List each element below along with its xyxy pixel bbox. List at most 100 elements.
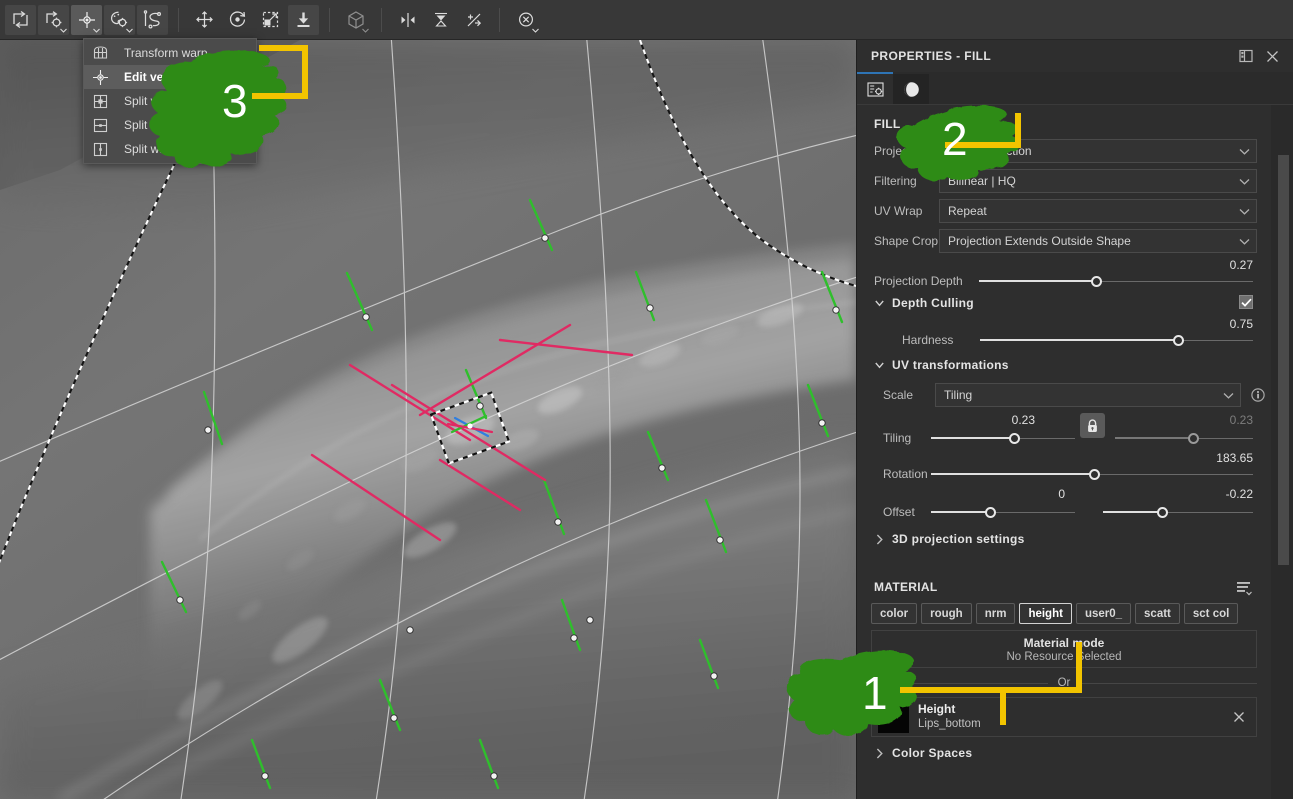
- shape-crop-dropdown[interactable]: Projection Extends Outside Shape: [939, 229, 1257, 253]
- projection-depth-slider[interactable]: [979, 272, 1253, 290]
- close-icon: [1234, 712, 1244, 722]
- scale-info-button[interactable]: [1245, 388, 1271, 402]
- chevron-down-icon: [875, 362, 884, 368]
- resource-name: Height: [918, 702, 956, 716]
- tiling-v-slider[interactable]: [1115, 429, 1253, 447]
- tiling-v-value: 0.23: [1229, 413, 1253, 427]
- move-tool-button[interactable]: [189, 5, 220, 35]
- depth-culling-checkbox[interactable]: [1239, 295, 1253, 309]
- toolbar-divider: [329, 7, 330, 32]
- properties-list-icon: [866, 81, 884, 97]
- panel-scrollbar-thumb[interactable]: [1278, 155, 1289, 565]
- menu-item-label: Split warp vertically: [124, 142, 227, 156]
- material-channel-height[interactable]: height: [1019, 603, 1072, 624]
- menu-item-split-warp-cross[interactable]: Split warp cross: [84, 89, 256, 113]
- menu-item-split-warp-horizontally[interactable]: Split warp horizontally: [84, 113, 256, 137]
- mirror-tool-button[interactable]: [392, 5, 423, 35]
- panel-scrollbar[interactable]: [1271, 105, 1293, 799]
- menu-item-transform-warp[interactable]: Transform warp: [84, 41, 256, 65]
- uv-wrap-row: UV Wrap Repeat: [857, 199, 1271, 223]
- rotation-slider[interactable]: [931, 465, 1253, 483]
- color-spaces-row: Color Spaces: [857, 743, 1271, 767]
- scale-value: Tiling: [944, 388, 973, 402]
- chevron-down-icon: [60, 28, 67, 33]
- material-channel-scatt[interactable]: scatt: [1135, 603, 1180, 624]
- material-channel-user0[interactable]: user0_: [1075, 603, 1132, 624]
- material-channel-sct-col[interactable]: sct col: [1183, 603, 1239, 624]
- panel-tabstrip: [857, 72, 1293, 105]
- list-options-icon: [1236, 581, 1252, 595]
- menu-item-label: Split warp horizontally: [124, 118, 241, 132]
- checkmark-icon: [1240, 298, 1252, 307]
- close-panel-button[interactable]: [1259, 43, 1285, 69]
- offset-u-slider[interactable]: [931, 503, 1075, 521]
- material-channel-rough[interactable]: rough: [921, 603, 972, 624]
- dock-layout-button[interactable]: [1233, 43, 1259, 69]
- uv-transformations-toggle[interactable]: UV transformations: [857, 355, 1271, 375]
- transform-settings-tool-button[interactable]: [38, 4, 69, 35]
- color-spaces-toggle[interactable]: Color Spaces: [857, 743, 1271, 763]
- symmetry-tool-button[interactable]: [425, 5, 456, 35]
- projection-value: Warp projection: [948, 144, 1032, 158]
- lock-closed-icon: [1088, 418, 1097, 432]
- material-mode-dropzone[interactable]: Material mode No Resource Selected: [871, 630, 1257, 668]
- warp-tool-dropdown-menu[interactable]: Transform warp Edit vertices Split warp …: [83, 38, 257, 164]
- material-section-header: MATERIAL: [857, 577, 1271, 603]
- material-channel-nrm[interactable]: nrm: [975, 603, 1016, 624]
- hardness-row: 0.75 Hardness: [857, 317, 1271, 353]
- color-spaces-label: Color Spaces: [892, 746, 973, 760]
- close-icon: [1266, 50, 1278, 62]
- material-channel-tabs: color rough nrm height user0_ scatt sct …: [857, 603, 1271, 624]
- uv-wrap-label: UV Wrap: [874, 204, 923, 218]
- scale-dropdown[interactable]: Tiling: [935, 383, 1241, 407]
- hardness-slider[interactable]: [980, 331, 1253, 349]
- material-options-button[interactable]: [1233, 577, 1255, 599]
- reset-tool-button[interactable]: [510, 5, 541, 35]
- paint-settings-tool-button[interactable]: [104, 4, 135, 35]
- slash-tool-button[interactable]: [458, 5, 489, 35]
- curve-tool-button[interactable]: [137, 4, 168, 35]
- projection-dropdown[interactable]: Warp projection: [939, 139, 1257, 163]
- tab-properties[interactable]: [857, 74, 893, 105]
- scale-tool-button[interactable]: [255, 5, 286, 35]
- warp-tool-button[interactable]: [71, 4, 102, 35]
- toolbar-group-5: [505, 3, 546, 37]
- uv-transformations-label: UV transformations: [892, 358, 1009, 372]
- chevron-down-icon: [93, 28, 100, 33]
- offset-label: Offset: [883, 505, 915, 519]
- projection-3d-row: 3D projection settings: [857, 529, 1271, 553]
- bake-tool-button[interactable]: [288, 4, 319, 35]
- material-channel-color[interactable]: color: [871, 603, 918, 624]
- height-resource-item[interactable]: Height Lips_bottom: [871, 697, 1257, 737]
- or-separator: Or: [871, 677, 1257, 689]
- depth-culling-label: Depth Culling: [892, 296, 974, 310]
- toolbar-divider: [381, 7, 382, 32]
- menu-item-label: Split warp cross: [124, 94, 209, 108]
- panel-body: FILL Projection Warp projection Filterin…: [857, 105, 1293, 799]
- offset-v-slider[interactable]: [1103, 503, 1253, 521]
- filtering-label: Filtering: [874, 174, 917, 188]
- chevron-down-icon: [1239, 148, 1250, 155]
- uv-wrap-dropdown[interactable]: Repeat: [939, 199, 1257, 223]
- rotate-tool-button[interactable]: [222, 5, 253, 35]
- remove-resource-button[interactable]: [1228, 706, 1250, 728]
- channel-label: height: [1028, 607, 1063, 620]
- transform-tool-button[interactable]: [5, 4, 36, 35]
- projection-3d-toggle[interactable]: 3D projection settings: [857, 529, 1271, 549]
- toolbar-divider: [178, 7, 179, 32]
- tab-material[interactable]: [893, 74, 929, 105]
- depth-culling-toggle[interactable]: Depth Culling: [857, 293, 1271, 313]
- chevron-down-icon: [1239, 208, 1250, 215]
- cube-tool-button[interactable]: [340, 5, 371, 35]
- tiling-u-slider[interactable]: [931, 429, 1075, 447]
- offset-v-value: -0.22: [1225, 487, 1253, 501]
- scale-label: Scale: [883, 388, 914, 402]
- resource-thumbnail: [878, 701, 909, 733]
- filtering-row: Filtering Bilinear | HQ: [857, 169, 1271, 193]
- filtering-dropdown[interactable]: Bilinear | HQ: [939, 169, 1257, 193]
- tiling-lock-button[interactable]: [1080, 413, 1105, 438]
- menu-item-label: Edit vertices: [124, 70, 196, 84]
- menu-item-split-warp-vertically[interactable]: Split warp vertically: [84, 137, 256, 161]
- menu-item-edit-vertices[interactable]: Edit vertices: [84, 65, 256, 89]
- app-root: Transform warp Edit vertices Split warp …: [0, 0, 1293, 799]
